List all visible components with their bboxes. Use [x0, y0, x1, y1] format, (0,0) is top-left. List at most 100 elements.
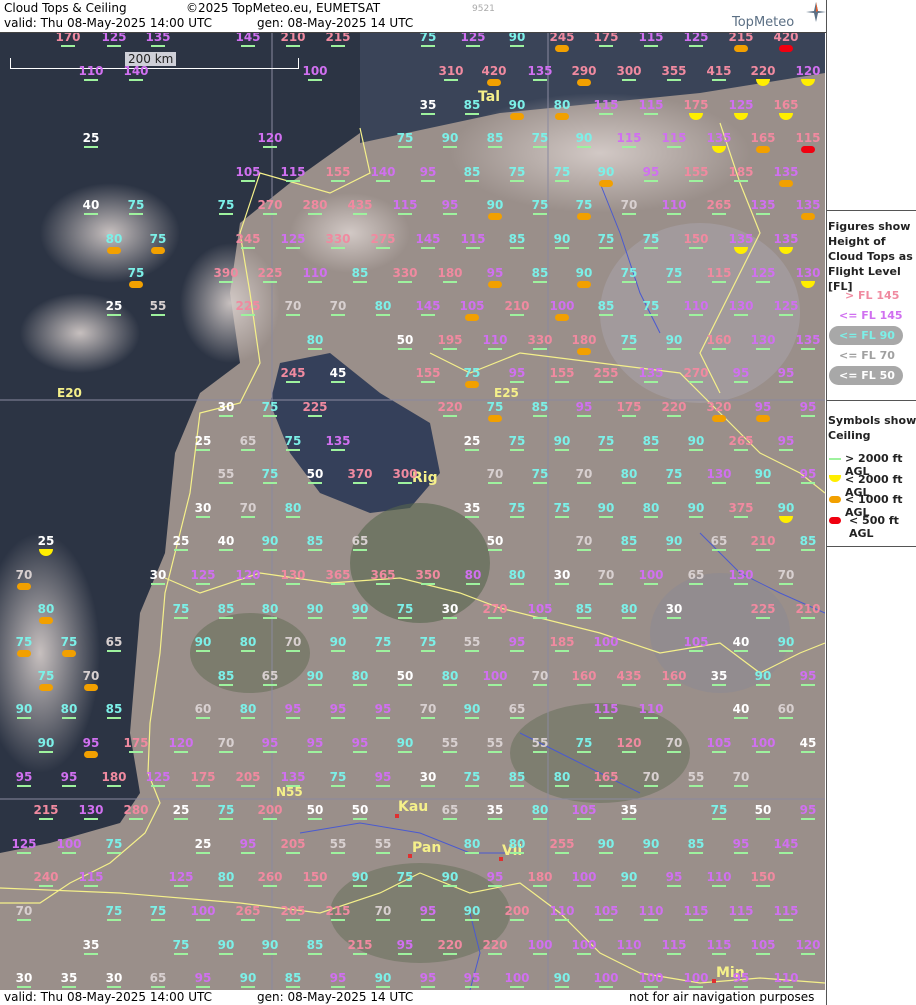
- ceiling-line-symbol: [286, 449, 300, 451]
- cloud-tops-map[interactable]: 200 km E20 E25 N55 Tal Rig Kau Pan Vil M…: [0, 33, 825, 990]
- cloud-top-value: 90: [597, 165, 615, 179]
- ceiling-line-symbol: [667, 684, 681, 686]
- ceiling-line-symbol: [331, 919, 345, 921]
- figures-legend-title: Figures show Height of Cloud Tops as Fli…: [828, 220, 913, 293]
- cloud-top-value: 70: [239, 501, 257, 515]
- map-title: Cloud Tops & Ceiling: [4, 1, 127, 15]
- ceiling-line-symbol: [398, 751, 412, 753]
- cloud-top-value: 30: [419, 770, 437, 784]
- cloud-top-value: 90: [508, 98, 526, 112]
- ceiling-line-symbol: [689, 986, 703, 988]
- cloud-top-value: 90: [441, 870, 459, 884]
- cloud-top-value: 110: [773, 971, 799, 985]
- cloud-top-value: 100: [571, 870, 597, 884]
- cloud-top-value: 70: [419, 702, 437, 716]
- cloud-top-value: 245: [235, 232, 261, 246]
- ceiling-line-symbol: [107, 852, 121, 854]
- ceiling-line-symbol: [62, 785, 76, 787]
- ceiling-line-symbol: [555, 986, 569, 988]
- cloud-top-value: 350: [415, 568, 441, 582]
- cloud-top-value: 35: [620, 803, 638, 817]
- cloud-top-value: 85: [531, 400, 549, 414]
- ceiling-orange-symbol: [555, 113, 569, 120]
- coord-e25: E25: [494, 386, 519, 400]
- ceiling-line-symbol: [488, 684, 502, 686]
- cloud-top-value: 220: [437, 938, 463, 952]
- cloud-top-value: 50: [306, 803, 324, 817]
- ceiling-line-symbol: [263, 281, 277, 283]
- cloud-top-value: 115: [392, 198, 418, 212]
- cloud-top-value: 75: [217, 198, 235, 212]
- cloud-top-value: 135: [325, 434, 351, 448]
- cloud-top-value: 40: [217, 534, 235, 548]
- cloud-top-value: 80: [441, 669, 459, 683]
- cloud-top-value: 70: [777, 568, 795, 582]
- ceiling-line-symbol: [421, 45, 435, 47]
- cloud-top-value: 85: [508, 232, 526, 246]
- ceiling-line-symbol: [286, 180, 300, 182]
- cloud-top-value: 85: [463, 165, 481, 179]
- cloud-top-value: 135: [280, 770, 306, 784]
- ceiling-orange-symbol: [465, 381, 479, 388]
- cloud-top-value: 75: [284, 434, 302, 448]
- ceiling-line-symbol: [331, 650, 345, 652]
- ceiling-line-symbol: [533, 953, 547, 955]
- cloud-top-value: 30: [194, 501, 212, 515]
- cloud-top-value: 145: [235, 33, 261, 44]
- ceiling-line-symbol: [667, 549, 681, 551]
- ceiling-over-2000-symbol: [829, 458, 841, 460]
- ceiling-line-symbol: [488, 953, 502, 955]
- cloud-top-value: 115: [616, 131, 642, 145]
- ceiling-line-symbol: [465, 986, 479, 988]
- cloud-top-value: 80: [306, 333, 324, 347]
- ceiling-line-symbol: [533, 482, 547, 484]
- ceiling-line-symbol: [353, 751, 367, 753]
- cloud-top-value: 110: [78, 64, 104, 78]
- ceiling-line-symbol: [263, 482, 277, 484]
- ceiling-line-symbol: [263, 213, 277, 215]
- cloud-top-value: 90: [351, 870, 369, 884]
- cloud-top-value: 100: [504, 971, 530, 985]
- cloud-top-value: 25: [172, 803, 190, 817]
- cloud-top-value: 75: [105, 837, 123, 851]
- ceiling-line-symbol: [308, 79, 322, 81]
- cloud-top-value: 25: [82, 131, 100, 145]
- ceiling-line-symbol: [17, 717, 31, 719]
- cloud-top-value: 90: [665, 333, 683, 347]
- ceiling-line-symbol: [577, 482, 591, 484]
- ceiling-line-symbol: [622, 281, 636, 283]
- cloud-top-value: 125: [750, 266, 776, 280]
- cloud-top-value: 30: [217, 400, 235, 414]
- ceiling-line-symbol: [308, 348, 322, 350]
- cloud-top-value: 65: [441, 803, 459, 817]
- ceiling-orange-symbol: [84, 684, 98, 691]
- ceiling-line-symbol: [107, 45, 121, 47]
- city-kaunas: Kau: [398, 799, 429, 815]
- ceiling-line-symbol: [689, 583, 703, 585]
- ceiling-line-symbol: [196, 852, 210, 854]
- cloud-top-value: 105: [571, 803, 597, 817]
- ceiling-line-symbol: [17, 785, 31, 787]
- city-panevezys: Pan: [412, 840, 442, 856]
- ceiling-line-symbol: [689, 650, 703, 652]
- cloud-top-value: 95: [15, 770, 33, 784]
- cloud-top-value: 100: [638, 568, 664, 582]
- cloud-top-value: 75: [396, 131, 414, 145]
- ceiling-orange-symbol: [734, 45, 748, 52]
- cloud-top-value: 80: [261, 602, 279, 616]
- cloud-top-value: 115: [280, 165, 306, 179]
- cloud-top-value: 35: [710, 669, 728, 683]
- cloud-top-value: 110: [616, 938, 642, 952]
- ceiling-line-symbol: [712, 281, 726, 283]
- cloud-top-value: 125: [683, 33, 709, 44]
- ceiling-line-symbol: [263, 953, 277, 955]
- symbols-legend: Symbols show Ceiling > 2000 ft AGL < 200…: [827, 400, 916, 547]
- ceiling-line-symbol: [712, 953, 726, 955]
- ceiling-line-symbol: [577, 751, 591, 753]
- cloud-top-value: 300: [616, 64, 642, 78]
- cloud-top-value: 135: [795, 333, 821, 347]
- ceiling-line-symbol: [801, 617, 815, 619]
- ceiling-orange-symbol: [39, 617, 53, 624]
- ceiling-line-symbol: [644, 852, 658, 854]
- ceiling-orange-symbol: [151, 247, 165, 254]
